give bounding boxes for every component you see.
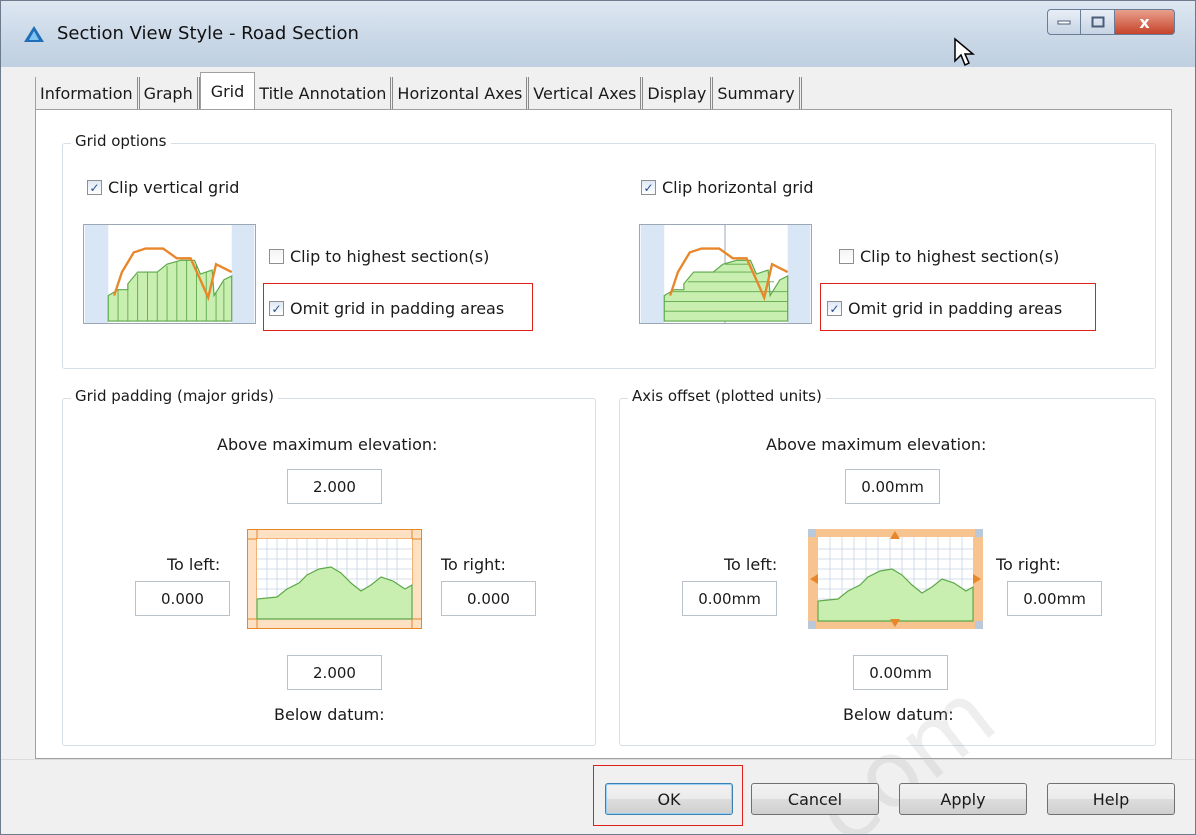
above-max-elevation-label: Above maximum elevation: [217,435,438,454]
clip-horizontal-grid-checkbox[interactable]: ✓ Clip horizontal grid [641,178,814,197]
padding-above-input[interactable]: 2.000 [287,469,382,504]
app-icon [24,26,44,42]
checkbox-label: Omit grid in padding areas [848,299,1063,318]
to-left-label: To left: [724,555,778,574]
tab-information[interactable]: Information [35,77,140,109]
close-icon: x [1139,12,1150,32]
grid-padding-preview-image [247,529,422,629]
checkbox-label: Omit grid in padding areas [290,299,505,318]
tab-vertical-axes[interactable]: Vertical Axes [529,77,644,109]
grid-padding-group: Grid padding (major grids) Above maximum… [62,387,596,746]
grid-options-group: Grid options ✓ Clip vertical grid Clip t… [62,132,1156,369]
padding-right-input[interactable]: 0.000 [441,581,536,616]
checkbox-label: Clip vertical grid [108,178,240,197]
offset-above-input[interactable]: 0.00mm [845,469,940,504]
to-right-label: To right: [996,555,1061,574]
checkbox-checked-icon: ✓ [641,180,656,195]
omit-grid-padding-vertical-checkbox[interactable]: ✓ Omit grid in padding areas [269,299,504,318]
ok-button[interactable]: OK [605,783,733,815]
tab-grid[interactable]: Grid [199,72,256,110]
to-left-label: To left: [167,555,221,574]
group-label: Grid padding (major grids) [71,387,278,405]
checkbox-checked-icon: ✓ [827,301,842,316]
checkbox-label: Clip to highest section(s) [290,247,490,266]
cursor-icon [954,37,975,67]
window-title: Section View Style - Road Section [57,23,359,44]
checkbox-label: Clip horizontal grid [662,178,814,197]
tab-display[interactable]: Display [643,77,714,109]
close-button[interactable]: x [1115,9,1175,35]
title-bar[interactable]: Section View Style - Road Section x [1,1,1195,67]
tab-title-annotation[interactable]: Title Annotation [255,77,394,109]
group-label: Axis offset (plotted units) [628,387,826,405]
clip-to-highest-horizontal-checkbox[interactable]: Clip to highest section(s) [839,247,1059,266]
below-datum-label: Below datum: [274,705,385,724]
below-datum-label: Below datum: [843,705,954,724]
apply-button[interactable]: Apply [899,783,1027,815]
offset-below-input[interactable]: 0.00mm [853,655,948,690]
checkbox-label: Clip to highest section(s) [860,247,1060,266]
tab-horizontal-axes[interactable]: Horizontal Axes [393,77,530,109]
dialog-window: Section View Style - Road Section x Info… [0,0,1196,835]
maximize-icon [1091,16,1104,28]
padding-left-input[interactable]: 0.000 [135,581,230,616]
minimize-button[interactable] [1047,9,1081,35]
vertical-grid-preview-image [83,224,256,324]
padding-below-input[interactable]: 2.000 [287,655,382,690]
offset-left-input[interactable]: 0.00mm [682,581,777,616]
clip-to-highest-vertical-checkbox[interactable]: Clip to highest section(s) [269,247,489,266]
tab-strip: Information Graph Grid Title Annotation … [35,72,802,110]
horizontal-grid-preview-image [639,224,812,324]
cancel-button[interactable]: Cancel [751,783,879,815]
minimize-icon [1057,20,1071,25]
group-label: Grid options [71,132,171,150]
axis-offset-preview-image [808,529,983,629]
help-button[interactable]: Help [1047,783,1175,815]
checkbox-unchecked-icon [839,249,854,264]
tab-page-grid: Grid options ✓ Clip vertical grid Clip t… [35,109,1172,835]
offset-right-input[interactable]: 0.00mm [1007,581,1102,616]
checkbox-checked-icon: ✓ [269,301,284,316]
to-right-label: To right: [441,555,506,574]
window-controls: x [1047,9,1175,35]
clip-vertical-grid-checkbox[interactable]: ✓ Clip vertical grid [87,178,239,197]
divider [1,759,1195,760]
maximize-button[interactable] [1081,9,1115,35]
above-max-elevation-label: Above maximum elevation: [766,435,987,454]
checkbox-unchecked-icon [269,249,284,264]
omit-grid-padding-horizontal-checkbox[interactable]: ✓ Omit grid in padding areas [827,299,1062,318]
tab-graph[interactable]: Graph [139,77,200,109]
checkbox-checked-icon: ✓ [87,180,102,195]
axis-offset-group: Axis offset (plotted units) Above maximu… [619,387,1156,746]
tab-summary[interactable]: Summary [713,77,802,109]
